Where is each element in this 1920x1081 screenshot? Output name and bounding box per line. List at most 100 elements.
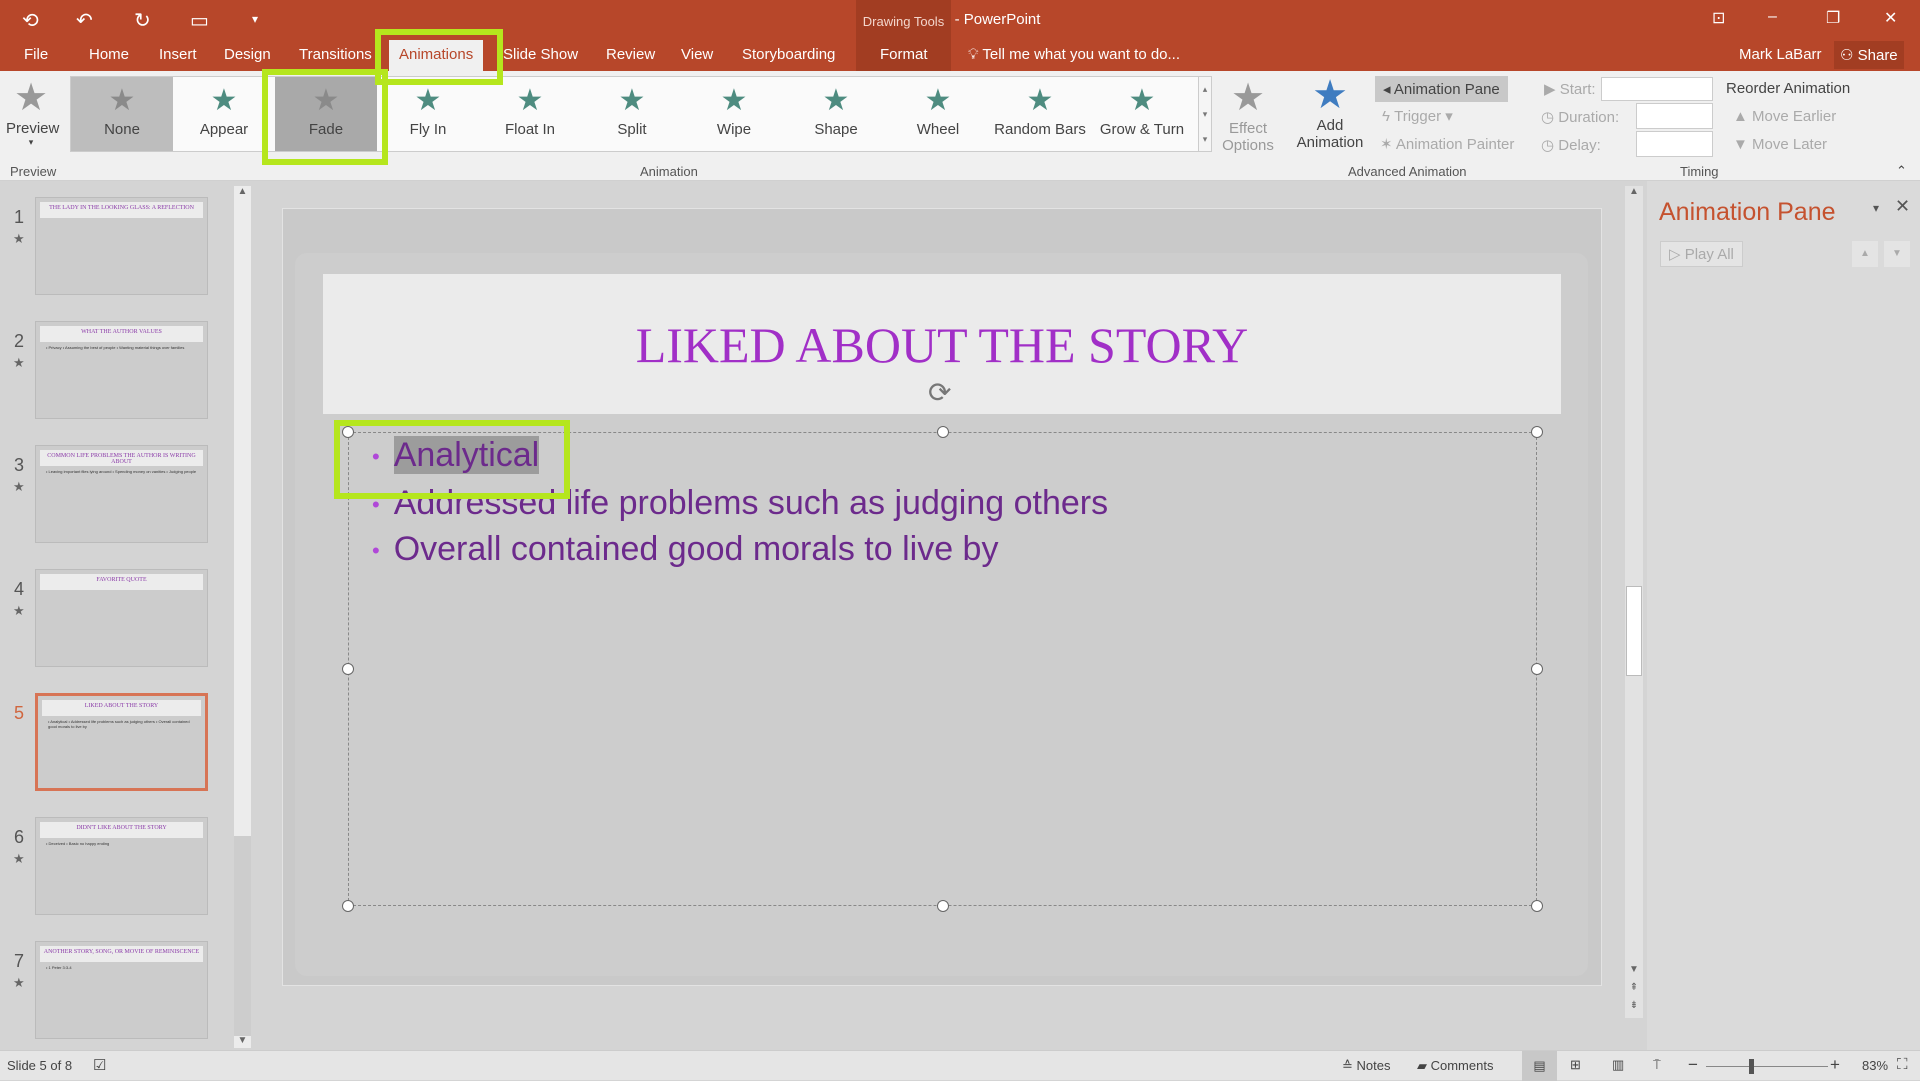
close-pane-icon[interactable]: ✕: [1895, 196, 1910, 217]
close-icon[interactable]: ✕: [1884, 8, 1897, 28]
tab-storyboarding[interactable]: Storyboarding: [742, 46, 835, 63]
resize-handle[interactable]: [1531, 663, 1543, 675]
zoom-slider[interactable]: [1706, 1066, 1828, 1067]
slide-thumbnail[interactable]: THE LADY IN THE LOOKING GLASS: A REFLECT…: [35, 197, 208, 295]
preview-button[interactable]: ★ Preview ▾: [6, 75, 59, 148]
slide-title[interactable]: LIKED ABOUT THE STORY: [323, 316, 1561, 374]
group-label-preview: Preview: [10, 164, 57, 179]
pane-options-icon[interactable]: ▾: [1873, 201, 1879, 215]
start-dropdown[interactable]: [1601, 77, 1713, 101]
duration-input[interactable]: [1636, 103, 1713, 129]
thumbnail-scrollbar[interactable]: ▲ ▼: [234, 186, 251, 1048]
comments-button[interactable]: ▰ Comments: [1417, 1058, 1493, 1074]
resize-handle[interactable]: [1531, 426, 1543, 438]
effect-options-button[interactable]: ★ Effect Options: [1222, 75, 1274, 154]
resize-handle[interactable]: [937, 426, 949, 438]
effect-split[interactable]: ★ Split: [581, 77, 683, 151]
zoom-in-icon[interactable]: +: [1830, 1055, 1840, 1075]
effect-random-bars[interactable]: ★ Random Bars: [989, 77, 1091, 151]
move-later-button[interactable]: ▼ Move Later: [1733, 136, 1827, 153]
effect-float-in[interactable]: ★ Float In: [479, 77, 581, 151]
rotate-handle-icon[interactable]: ⟳: [928, 376, 951, 409]
status-bar: Slide 5 of 8 ☑ ≙ Notes ▰ Comments ▤ ⊞ ▥ …: [0, 1050, 1920, 1081]
effect-grow-turn[interactable]: ★ Grow & Turn: [1091, 77, 1193, 151]
animation-star-icon: ★: [13, 355, 25, 370]
play-all-button[interactable]: ▷ Play All: [1660, 241, 1743, 267]
tab-review[interactable]: Review: [606, 46, 655, 63]
slide-thumbnail[interactable]: DIDN'T LIKE ABOUT THE STORY • Deceived • …: [35, 817, 208, 915]
effect-none[interactable]: ★ None: [71, 77, 173, 151]
move-down-icon[interactable]: ▼: [1884, 241, 1910, 267]
bullet-item[interactable]: • Overall contained good morals to live b…: [372, 530, 998, 569]
effect-wheel[interactable]: ★ Wheel: [887, 77, 989, 151]
tab-slide-show[interactable]: Slide Show: [503, 46, 578, 63]
move-earlier-button[interactable]: ▲ Move Earlier: [1733, 108, 1836, 125]
animation-star-icon: ★: [13, 231, 25, 246]
thumbnail-body: [40, 590, 203, 596]
effect-star-icon: ★: [618, 84, 646, 117]
animation-painter-button[interactable]: ✶ Animation Painter: [1380, 135, 1514, 153]
animation-pane-title: Animation Pane: [1659, 198, 1836, 226]
slide-thumbnail[interactable]: WHAT THE AUTHOR VALUES • Privacy • Assumi…: [35, 321, 208, 419]
effect-shape[interactable]: ★ Shape: [785, 77, 887, 151]
effect-wipe[interactable]: ★ Wipe: [683, 77, 785, 151]
minimize-icon[interactable]: –: [1768, 8, 1777, 26]
group-label-advanced: Advanced Animation: [1348, 164, 1467, 179]
tell-me-search[interactable]: 💡︎ Tell me what you want to do...: [968, 46, 1180, 63]
zoom-level[interactable]: 83%: [1862, 1058, 1888, 1073]
resize-handle[interactable]: [342, 900, 354, 912]
slide-scrollbar[interactable]: ▲ ▼ ⇞ ⇟: [1625, 186, 1643, 1018]
thumbnail-title: DIDN'T LIKE ABOUT THE STORY: [40, 822, 203, 838]
resize-handle[interactable]: [1531, 900, 1543, 912]
notes-button[interactable]: ≙ Notes: [1342, 1058, 1390, 1074]
animation-star-icon: ★: [13, 851, 25, 866]
slide-thumbnail[interactable]: COMMON LIFE PROBLEMS THE AUTHOR IS WRITI…: [35, 445, 208, 543]
window-title: Story Chat - PowerPoint: [879, 11, 1041, 28]
thumbnail-body: • Leaving important files lying around •…: [46, 469, 197, 474]
slide-number: 5: [14, 703, 25, 723]
spell-check-icon[interactable]: ☑: [93, 1056, 106, 1074]
reorder-label: Reorder Animation: [1726, 80, 1851, 97]
animation-star-icon: ★: [13, 975, 25, 990]
slide-thumbnail[interactable]: LIKED ABOUT THE STORY • Analytical • Addr…: [35, 693, 208, 791]
effect-star-icon: ★: [108, 84, 136, 117]
effect-star-icon: ★: [720, 84, 748, 117]
zoom-slider-thumb[interactable]: [1749, 1059, 1755, 1074]
gallery-scroll[interactable]: ▴ ▾ ▾: [1198, 76, 1212, 152]
tab-format[interactable]: Format: [880, 46, 928, 63]
tab-transitions[interactable]: Transitions: [299, 46, 372, 63]
slide-thumbnail[interactable]: ANOTHER STORY, SONG, OR MOVIE OF REMINIS…: [35, 941, 208, 1039]
zoom-out-icon[interactable]: −: [1688, 1055, 1698, 1075]
resize-handle[interactable]: [937, 900, 949, 912]
add-animation-button[interactable]: ★ Add Animation: [1290, 73, 1370, 151]
effect-star-icon: ★: [1128, 84, 1156, 117]
effect-star-icon: ★: [1026, 84, 1054, 117]
effect-fly-in[interactable]: ★ Fly In: [377, 77, 479, 151]
resize-handle[interactable]: [342, 663, 354, 675]
tab-design[interactable]: Design: [224, 46, 271, 63]
share-button[interactable]: ⚇ Share: [1834, 41, 1904, 69]
reading-view-icon[interactable]: ▥: [1612, 1057, 1624, 1073]
ribbon-display-icon[interactable]: ⊡: [1712, 8, 1725, 28]
animation-star-icon: ★: [13, 603, 25, 618]
trigger-button[interactable]: ϟ Trigger ▾: [1382, 107, 1453, 125]
user-name[interactable]: Mark LaBarr: [1739, 46, 1822, 63]
move-up-icon[interactable]: ▲: [1852, 241, 1878, 267]
collapse-ribbon-icon[interactable]: ⌃: [1896, 163, 1907, 179]
fit-to-window-icon[interactable]: ⛶: [1897, 1056, 1908, 1073]
slide-thumbnail[interactable]: FAVORITE QUOTE: [35, 569, 208, 667]
restore-icon[interactable]: ❐: [1826, 8, 1840, 28]
thumbnail-title: FAVORITE QUOTE: [40, 574, 203, 590]
tab-view[interactable]: View: [681, 46, 713, 63]
tab-file[interactable]: File: [24, 46, 48, 63]
normal-view-icon[interactable]: ▤: [1522, 1051, 1557, 1081]
animation-pane-button[interactable]: ◂ Animation Pane: [1375, 76, 1508, 102]
tab-home[interactable]: Home: [89, 46, 129, 63]
delay-input[interactable]: [1636, 131, 1713, 157]
effect-appear[interactable]: ★ Appear: [173, 77, 275, 151]
slide-sorter-icon[interactable]: ⊞: [1570, 1057, 1581, 1073]
tab-insert[interactable]: Insert: [159, 46, 197, 63]
thumbnail-body: • 1 Peter 3:3-4: [46, 965, 72, 970]
slideshow-view-icon[interactable]: ⍑: [1653, 1057, 1661, 1073]
effect-star-icon: ★: [414, 84, 442, 117]
